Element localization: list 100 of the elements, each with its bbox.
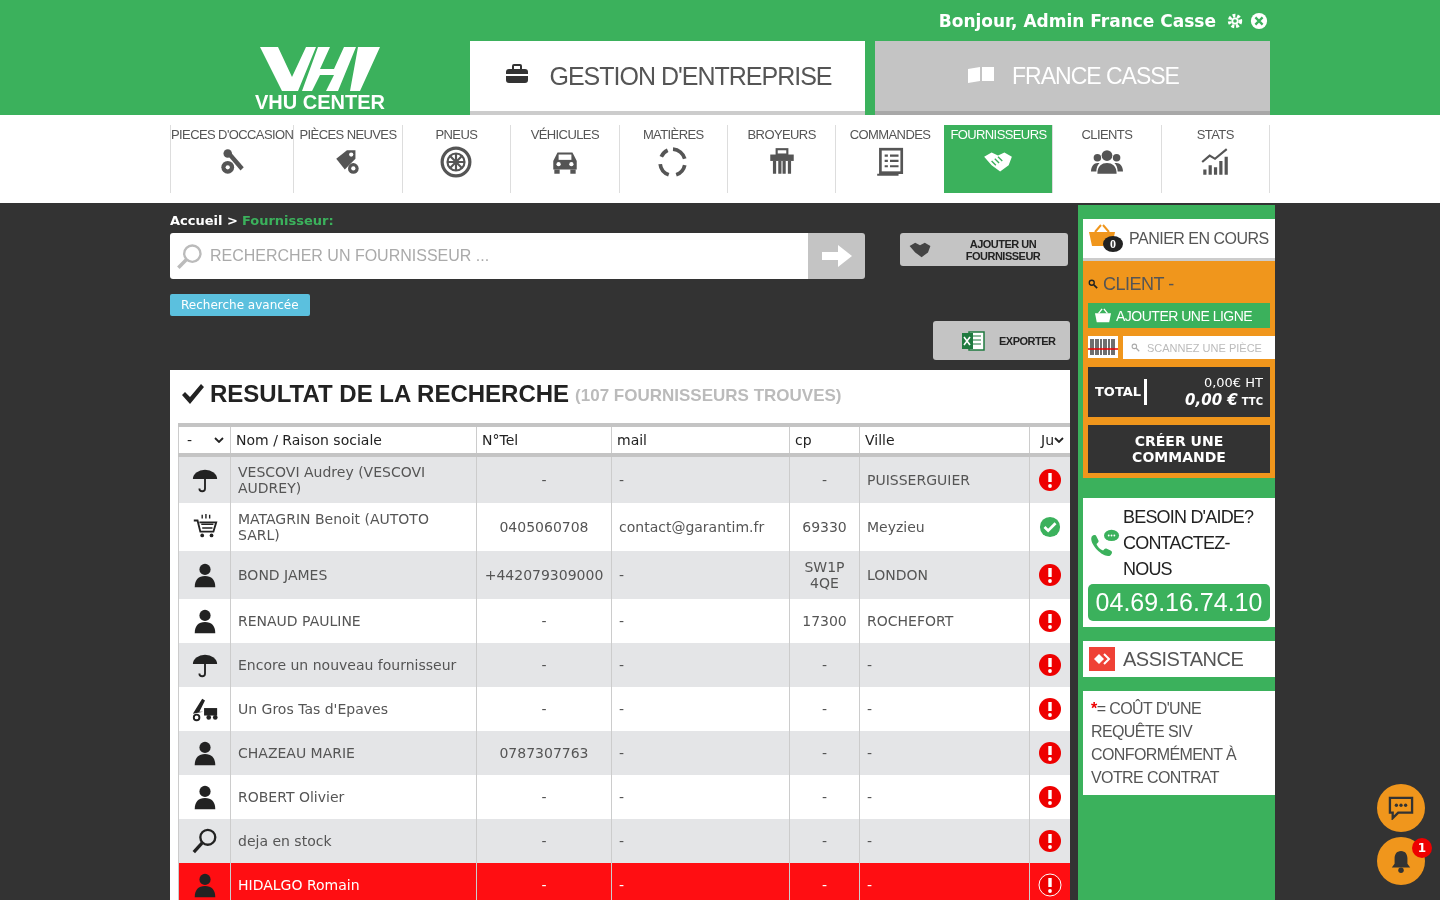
chevron-down-icon	[1054, 437, 1064, 443]
table-cell: -	[867, 877, 873, 893]
table-cell: -	[619, 789, 625, 805]
settings-icon[interactable]	[1226, 11, 1244, 30]
results-count: (107 FOURNISSEURS TROUVES)	[575, 386, 842, 406]
table-cell: -	[541, 833, 547, 849]
table-cell: 69330	[802, 519, 847, 535]
basket-icon	[1094, 307, 1112, 324]
table-cell: HIDALGO Romain	[238, 877, 360, 893]
tire-icon	[440, 146, 473, 178]
submit-button[interactable]	[808, 233, 865, 279]
search-icon	[1088, 279, 1098, 289]
nav-tab[interactable]: BROYEURS	[726, 125, 836, 193]
table-cell: -	[541, 657, 547, 673]
table-cell: -	[619, 877, 625, 893]
table-cell: Meyzieu	[867, 519, 925, 535]
add-supplier-button[interactable]: AJOUTER UN FOURNISSEUR	[900, 233, 1068, 266]
breadcrumb-link[interactable]: Accueil >	[170, 213, 238, 228]
chat-icon	[1387, 796, 1415, 820]
nav-tab[interactable]: VÉHICULES	[510, 125, 619, 193]
table-cell: +442079309000	[484, 567, 604, 583]
notification-badge: 1	[1412, 838, 1432, 858]
greeting: Bonjour, Admin France Casse	[938, 10, 1216, 31]
table-cell: -	[821, 833, 828, 849]
column-header: N°Tel	[482, 432, 519, 448]
table-cell: 17300	[802, 613, 847, 629]
table-cell: deja en stock	[238, 833, 332, 849]
table-cell: -	[541, 613, 547, 629]
nav-tab[interactable]: PNEUS	[401, 125, 511, 193]
logo-icon	[260, 47, 380, 91]
nav-tab[interactable]: MATIÈRES	[618, 125, 727, 193]
table-cell: -	[619, 472, 625, 488]
column-header: Ville	[865, 432, 895, 448]
chat-button[interactable]	[1377, 784, 1425, 832]
nav-tab[interactable]: PIÈCES NEUVES	[293, 125, 402, 193]
table-cell: -	[541, 877, 547, 893]
search-field[interactable]: RECHERCHER UN FOURNISSEUR ...	[170, 233, 808, 279]
section-tab[interactable]: GESTION D'ENTREPRISE	[470, 41, 865, 115]
table-cell: -	[867, 745, 873, 761]
help-title: BESOIN D'AIDE? CONTACTEZ-NOUS	[1123, 506, 1255, 581]
table-cell: 0405060708	[499, 519, 589, 535]
table-cell: -	[541, 472, 547, 488]
total-label: TOTAL	[1095, 379, 1148, 405]
table-cell: -	[619, 701, 625, 717]
results-title: RESULTAT DE LA RECHERCHE	[210, 380, 570, 408]
table-cell: -	[541, 789, 547, 805]
column-header: cp	[795, 432, 812, 448]
assistance-link[interactable]: ASSISTANCE	[1083, 641, 1275, 677]
table-cell: -	[867, 833, 873, 849]
nav-tab[interactable]: CLIENTS	[1052, 125, 1161, 193]
total-ttc: 0,00 €	[1185, 391, 1238, 409]
table-cell: -	[619, 567, 625, 583]
create-order-button[interactable]: CRÉER UNE COMMANDE	[1088, 425, 1270, 473]
table-cell: -	[619, 833, 625, 849]
total-ht: 0,00€ HT	[1203, 375, 1263, 390]
table-cell: MATAGRIN Benoit (AUTOTO SARL)	[238, 511, 429, 543]
column-header: mail	[617, 432, 647, 448]
spreadsheet-icon	[961, 329, 985, 352]
export-button[interactable]: EXPORTER	[933, 321, 1070, 360]
phone-chat-icon	[1088, 527, 1120, 559]
close-icon[interactable]	[1250, 11, 1268, 30]
table-cell: -	[821, 472, 828, 488]
chevron-down-icon	[214, 437, 224, 443]
table-cell: -	[821, 701, 828, 717]
table-cell: -	[619, 657, 625, 673]
table-cell: contact@garantim.fr	[619, 519, 765, 535]
table-cell: BOND JAMES	[238, 567, 328, 583]
note-text: *= COÛT D'UNE REQUÊTE SIV CONFORMÉMENT À VOTRE CONTRAT	[1091, 698, 1238, 788]
remote-icon	[1089, 647, 1115, 671]
scan-field[interactable]: SCANNEZ UNE PIÈCE	[1123, 336, 1275, 359]
table-cell: -	[619, 613, 625, 629]
cart-title: PANIER EN COURS	[1129, 229, 1269, 248]
table-cell: LONDON	[867, 567, 929, 583]
notifications-button[interactable]	[1377, 837, 1425, 885]
nav-tab[interactable]: PIECES D'OCCASION	[170, 125, 294, 193]
table-cell: PUISSERGUIER	[867, 472, 970, 488]
search-icon	[190, 827, 219, 855]
table-cell: SW1P 4QE	[804, 559, 845, 591]
nav-tab[interactable]: COMMANDES	[835, 125, 944, 193]
checkmark-icon	[180, 382, 204, 406]
bell-icon	[1390, 849, 1412, 873]
ttc-unit: TTC	[1241, 396, 1263, 407]
table-cell: CHAZEAU MARIE	[238, 745, 355, 761]
search-icon	[176, 242, 204, 270]
barcode-icon	[1088, 336, 1118, 358]
nav-tab[interactable]: STATS	[1160, 125, 1270, 193]
table-cell: -	[821, 745, 828, 761]
table-cell: -	[867, 657, 873, 673]
arrow-right-icon	[821, 244, 852, 268]
table-cell: -	[867, 701, 873, 717]
table-cell: -	[821, 877, 828, 893]
table-cell: -	[867, 789, 873, 805]
table-cell: -	[619, 745, 625, 761]
table-cell: -	[541, 701, 547, 717]
table-cell: RENAUD PAULINE	[238, 613, 361, 629]
table-cell: ROBERT Olivier	[238, 789, 345, 805]
table-cell: Encore un nouveau fournisseur	[238, 657, 457, 673]
search-icon	[1131, 343, 1140, 352]
table-cell: ROCHEFORT	[867, 613, 954, 629]
breadcrumb-current: Fournisseur:	[241, 213, 334, 228]
